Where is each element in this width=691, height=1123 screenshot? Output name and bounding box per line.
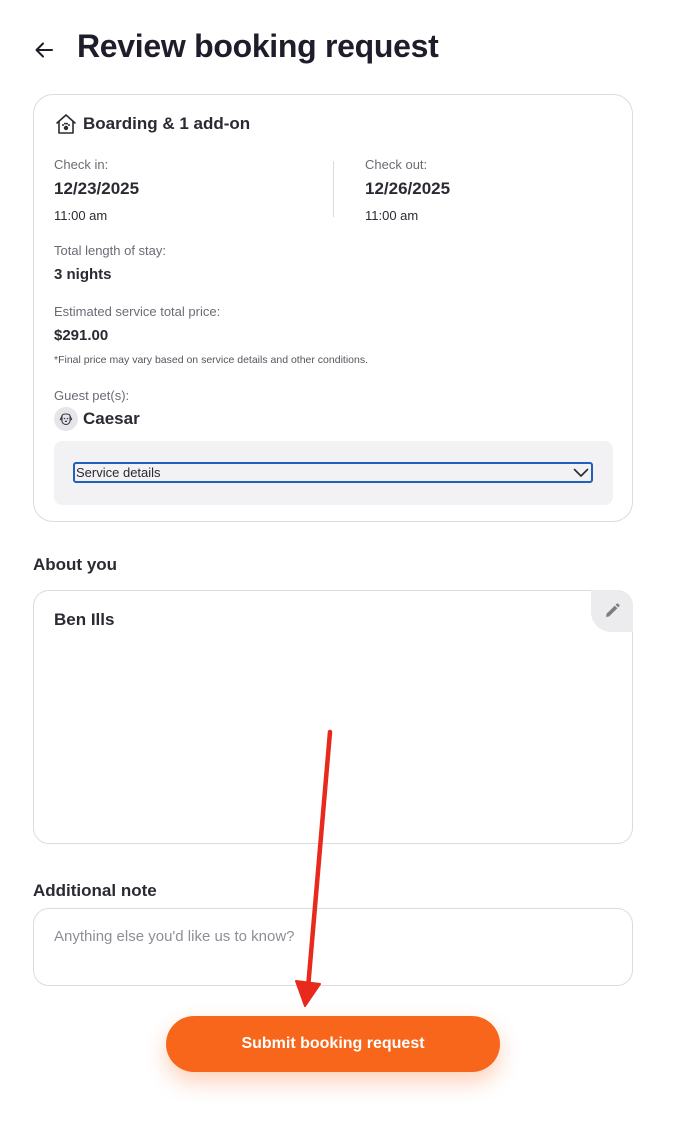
price-disclaimer: *Final price may vary based on service d… xyxy=(54,354,368,366)
price-value: $291.00 xyxy=(54,327,109,344)
pet-row: Caesar xyxy=(54,407,140,431)
dog-face-icon xyxy=(54,407,78,431)
service-details-panel: Service details xyxy=(54,441,613,505)
check-out-date: 12/26/2025 xyxy=(365,179,451,198)
arrow-left-icon xyxy=(35,42,53,58)
about-you-heading: About you xyxy=(33,555,118,574)
guest-pets-label: Guest pet(s): xyxy=(54,388,130,403)
service-title: Boarding & 1 add-on xyxy=(83,114,251,133)
date-divider xyxy=(333,161,334,217)
pet-name: Caesar xyxy=(83,409,140,428)
service-details-toggle[interactable]: Service details xyxy=(73,462,593,483)
check-in-date: 12/23/2025 xyxy=(54,179,140,198)
back-button[interactable] xyxy=(30,36,58,64)
stay-length-value: 3 nights xyxy=(54,266,112,283)
about-you-card: Ben Ills xyxy=(33,590,633,844)
booking-summary-card: Boarding & 1 add-on Check in: 12/23/2025… xyxy=(33,94,633,522)
additional-note-heading: Additional note xyxy=(33,881,157,900)
check-in-label: Check in: xyxy=(54,157,109,172)
additional-note-input[interactable] xyxy=(33,908,633,986)
service-header: Boarding & 1 add-on xyxy=(54,112,250,136)
check-out-label: Check out: xyxy=(365,157,428,172)
house-paw-icon xyxy=(56,114,76,134)
price-label: Estimated service total price: xyxy=(54,304,221,319)
page-title: Review booking request xyxy=(77,28,439,64)
service-details-label: Service details xyxy=(76,465,161,480)
check-in-time: 11:00 am xyxy=(54,208,108,223)
pencil-icon xyxy=(606,603,620,617)
submit-booking-button[interactable]: Submit booking request xyxy=(166,1016,500,1072)
user-name: Ben Ills xyxy=(54,610,115,629)
stay-length-label: Total length of stay: xyxy=(54,243,167,258)
chevron-down-icon xyxy=(573,468,589,477)
check-out-time: 11:00 am xyxy=(365,208,419,223)
edit-profile-button[interactable] xyxy=(591,590,633,632)
